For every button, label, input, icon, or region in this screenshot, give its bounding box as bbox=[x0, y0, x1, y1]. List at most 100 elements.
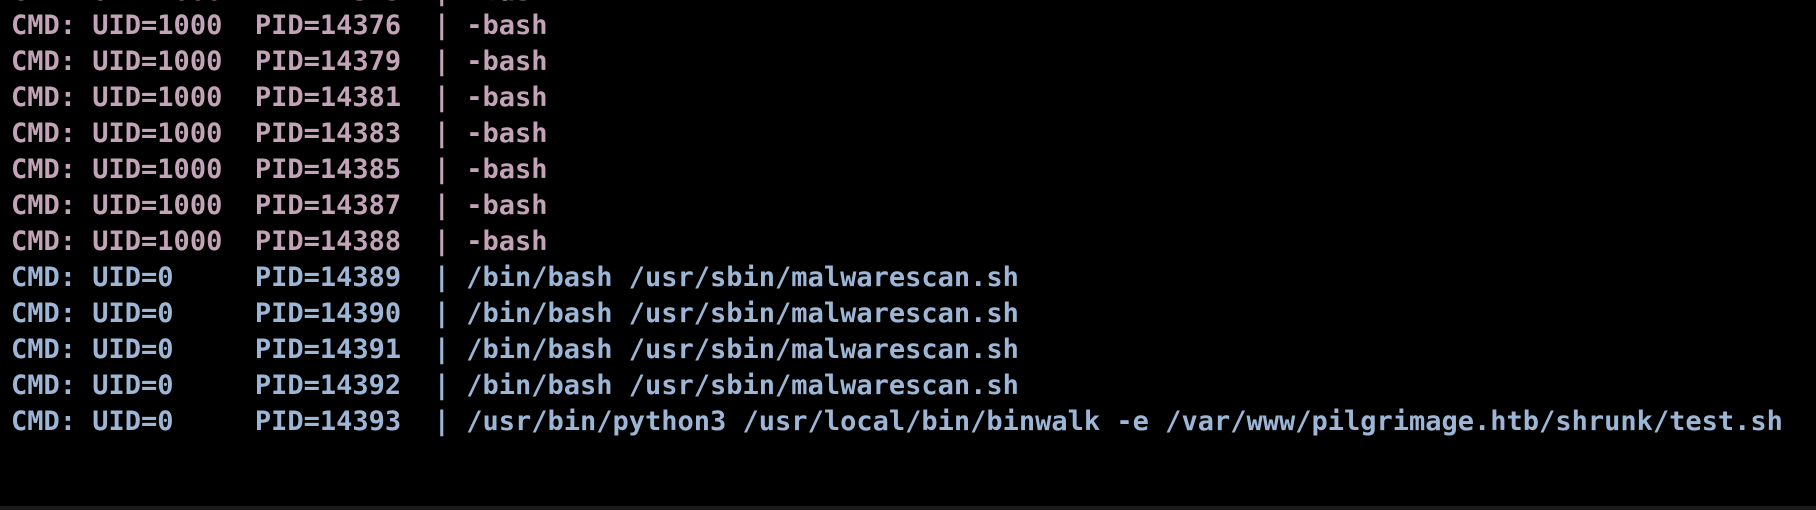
terminal-line: CMD: UID=1000 PID=14385 | -bash bbox=[11, 152, 547, 188]
pid-field: PID=14381 bbox=[254, 82, 402, 113]
terminal-line: CMD: UID=0 PID=14393 | /usr/bin/python3 … bbox=[11, 404, 1783, 440]
cmd-prefix: CMD: bbox=[11, 370, 93, 401]
uid-field: UID=1000 bbox=[92, 190, 223, 221]
column-separator: | bbox=[433, 118, 450, 149]
command-text: -bash bbox=[466, 10, 548, 41]
column-padding bbox=[450, 46, 466, 77]
column-padding bbox=[174, 406, 255, 437]
command-text: -bash bbox=[466, 46, 548, 77]
column-separator: | bbox=[433, 334, 450, 365]
column-separator: | bbox=[433, 370, 450, 401]
uid-field: UID=1000 bbox=[92, 226, 223, 257]
column-padding bbox=[401, 298, 434, 329]
column-padding bbox=[401, 10, 434, 41]
cmd-prefix: CMD: bbox=[11, 190, 93, 221]
pid-field: PID=14379 bbox=[254, 46, 402, 77]
column-padding bbox=[401, 82, 434, 113]
column-padding bbox=[450, 154, 466, 185]
command-text: /usr/bin/python3 /usr/local/bin/binwalk … bbox=[466, 406, 1783, 437]
command-text: /bin/bash /usr/sbin/malwarescan.sh bbox=[466, 334, 1019, 365]
column-padding bbox=[174, 334, 255, 365]
pid-field: PID=14391 bbox=[254, 334, 402, 365]
command-text: /bin/bash /usr/sbin/malwarescan.sh bbox=[466, 370, 1019, 401]
column-padding bbox=[401, 334, 434, 365]
column-padding bbox=[450, 118, 466, 149]
command-text: -bash bbox=[466, 226, 548, 257]
uid-field: UID=1000 bbox=[92, 154, 223, 185]
terminal-line: CMD: UID=0 PID=14391 | /bin/bash /usr/sb… bbox=[11, 332, 1019, 368]
column-padding bbox=[174, 370, 255, 401]
column-padding bbox=[401, 370, 434, 401]
uid-field: UID=0 bbox=[92, 262, 174, 293]
column-padding bbox=[450, 226, 466, 257]
cmd-prefix: CMD: bbox=[11, 46, 93, 77]
pid-field: PID=14387 bbox=[254, 190, 402, 221]
column-separator: | bbox=[433, 154, 450, 185]
column-padding bbox=[174, 298, 255, 329]
cmd-prefix: CMD: bbox=[11, 262, 93, 293]
pid-field: PID=14385 bbox=[254, 154, 402, 185]
uid-field: UID=0 bbox=[92, 334, 174, 365]
terminal-line: CMD: UID=1000 PID=14388 | -bash bbox=[11, 224, 547, 260]
column-padding bbox=[401, 262, 434, 293]
pid-field: PID=14390 bbox=[254, 298, 402, 329]
cmd-prefix: CMD: bbox=[11, 226, 93, 257]
column-padding bbox=[222, 46, 255, 77]
command-text: -bash bbox=[466, 190, 548, 221]
uid-field: UID=1000 bbox=[92, 118, 223, 149]
column-padding bbox=[222, 154, 255, 185]
column-padding bbox=[450, 10, 466, 41]
terminal-line: CMD: UID=1000 PID=14381 | -bash bbox=[11, 80, 547, 116]
column-padding bbox=[401, 154, 434, 185]
column-padding bbox=[222, 190, 255, 221]
uid-field: UID=0 bbox=[92, 298, 174, 329]
uid-field: UID=0 bbox=[92, 406, 174, 437]
terminal-line: CMD: UID=1000 PID=14383 | -bash bbox=[11, 116, 547, 152]
column-padding bbox=[450, 82, 466, 113]
column-separator: | bbox=[433, 190, 450, 221]
column-padding bbox=[401, 226, 434, 257]
terminal-line: CMD: UID=0 PID=14390 | /bin/bash /usr/sb… bbox=[11, 296, 1019, 332]
column-padding bbox=[401, 190, 434, 221]
column-padding bbox=[401, 46, 434, 77]
command-text: /bin/bash /usr/sbin/malwarescan.sh bbox=[466, 262, 1019, 293]
terminal-bottom-edge bbox=[0, 506, 1816, 510]
cmd-prefix: CMD: bbox=[11, 10, 93, 41]
terminal-line: CMD: UID=1000 PID=14376 | -bash bbox=[11, 8, 547, 44]
column-padding bbox=[450, 370, 466, 401]
terminal-line: CMD: UID=0 PID=14389 | /bin/bash /usr/sb… bbox=[11, 260, 1019, 296]
pid-field: PID=14389 bbox=[254, 262, 402, 293]
column-separator: | bbox=[433, 406, 450, 437]
cmd-prefix: CMD: bbox=[11, 298, 93, 329]
cmd-prefix: CMD: bbox=[11, 334, 93, 365]
column-padding bbox=[222, 118, 255, 149]
pid-field: PID=14376 bbox=[254, 10, 402, 41]
column-separator: | bbox=[433, 82, 450, 113]
column-padding bbox=[450, 406, 466, 437]
column-separator: | bbox=[433, 262, 450, 293]
column-padding bbox=[450, 262, 466, 293]
command-text: -bash bbox=[466, 154, 548, 185]
terminal-line: CMD: UID=1000 PID=14379 | -bash bbox=[11, 44, 547, 80]
terminal-line: CMD: UID=0 PID=14392 | /bin/bash /usr/sb… bbox=[11, 368, 1019, 404]
command-text: -bash bbox=[466, 82, 548, 113]
column-padding bbox=[222, 10, 255, 41]
column-padding bbox=[401, 118, 434, 149]
terminal-output[interactable]: CMD: UID=1000 PID=14375 | -bash CMD: UID… bbox=[0, 0, 1816, 504]
uid-field: UID=0 bbox=[92, 370, 174, 401]
pid-field: PID=14383 bbox=[254, 118, 402, 149]
cmd-prefix: CMD: bbox=[11, 154, 93, 185]
uid-field: UID=1000 bbox=[92, 46, 223, 77]
column-padding bbox=[174, 262, 255, 293]
column-separator: | bbox=[433, 226, 450, 257]
command-text: -bash bbox=[466, 118, 548, 149]
column-padding bbox=[401, 406, 434, 437]
column-separator: | bbox=[433, 298, 450, 329]
terminal-line: CMD: UID=1000 PID=14387 | -bash bbox=[11, 188, 547, 224]
cmd-prefix: CMD: bbox=[11, 406, 93, 437]
column-separator: | bbox=[433, 46, 450, 77]
cmd-prefix: CMD: bbox=[11, 118, 93, 149]
uid-field: UID=1000 bbox=[92, 10, 223, 41]
column-padding bbox=[450, 298, 466, 329]
pid-field: PID=14388 bbox=[254, 226, 402, 257]
